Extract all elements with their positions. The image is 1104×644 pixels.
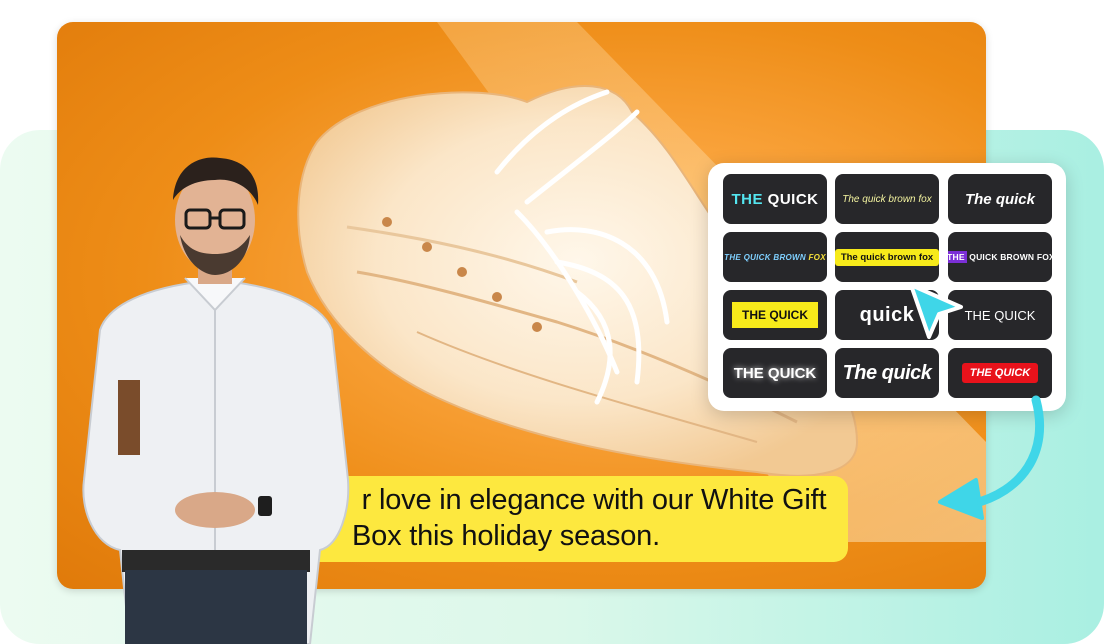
caption-style-panel: THE QUICK The quick brown fox The quick … bbox=[708, 163, 1066, 411]
style-text: FOX bbox=[808, 252, 826, 262]
style-text: QUICK BROWN FOX bbox=[966, 252, 1052, 262]
style-tile-the-quick-red[interactable]: THE QUICK bbox=[948, 348, 1052, 398]
style-text: THE QUICK bbox=[961, 363, 1039, 383]
style-text: THE QUICK BROWN bbox=[724, 252, 809, 262]
style-text: The quick bbox=[964, 190, 1035, 208]
style-text: THE bbox=[948, 251, 967, 263]
style-text: QUICK bbox=[763, 190, 819, 208]
curved-arrow-icon bbox=[938, 395, 1045, 520]
style-tile-quick-brown-fox-caps[interactable]: THE QUICK BROWN FOX bbox=[723, 232, 827, 282]
style-text: The quick bbox=[842, 361, 932, 384]
presenter-figure bbox=[82, 157, 350, 644]
style-text: The quick brown fox bbox=[835, 248, 939, 266]
style-tile-quick-brown-fox-serif[interactable]: The quick brown fox bbox=[835, 174, 939, 224]
cursor-pointer-icon bbox=[909, 283, 963, 339]
style-tile-the-quick-glow[interactable]: THE QUICK bbox=[723, 348, 827, 398]
caption-line-2: Box this holiday season. bbox=[352, 520, 660, 552]
style-text: THE QUICK bbox=[964, 307, 1036, 323]
style-tile-the-quick-big-italic[interactable]: The quick bbox=[835, 348, 939, 398]
style-tile-the-quick-yellow-box[interactable]: THE QUICK bbox=[723, 290, 827, 340]
style-tile-quick-brown-fox-yellow[interactable]: The quick brown fox bbox=[835, 232, 939, 282]
style-tile-the-quick-cyan[interactable]: THE QUICK bbox=[723, 174, 827, 224]
style-tile-quick-brown-fox-purple[interactable]: THE QUICK BROWN FOX bbox=[948, 232, 1052, 282]
style-text: The quick brown fox bbox=[842, 193, 932, 205]
style-tile-the-quick-bold-italic[interactable]: The quick bbox=[948, 174, 1052, 224]
style-text: THE bbox=[731, 190, 763, 208]
style-text: THE QUICK bbox=[732, 302, 818, 328]
style-text: THE QUICK bbox=[733, 364, 817, 382]
